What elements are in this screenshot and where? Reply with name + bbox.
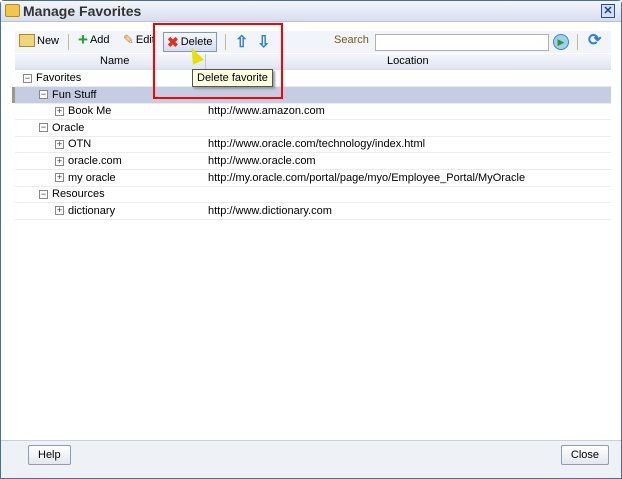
edit-button[interactable]: ✎ Edit: [123, 32, 155, 47]
tree-row[interactable]: − Resources: [15, 186, 611, 204]
tree-row[interactable]: − Fun Stuff: [15, 86, 611, 104]
add-label: Add: [89, 34, 110, 46]
expand-icon[interactable]: +: [55, 156, 64, 166]
tree-row[interactable]: + oracle.com http://www.oracle.com: [15, 153, 611, 170]
toolbar: New + Add ✎ Edit ✖ Delete ⇧ ⇩ Search ▶ ⟳: [15, 31, 611, 53]
row-name: my oracle: [68, 171, 116, 184]
close-icon[interactable]: ✕: [601, 4, 615, 18]
tree-row[interactable]: + my oracle http://my.oracle.com/portal/pa…: [15, 170, 611, 187]
search-go-icon[interactable]: ▶: [553, 34, 569, 50]
close-button[interactable]: Close: [560, 445, 609, 465]
collapse-icon[interactable]: −: [23, 73, 32, 83]
row-location: http://www.amazon.com: [208, 105, 325, 118]
row-name: Favorites: [36, 72, 82, 84]
row-name: Fun Stuff: [52, 88, 97, 101]
tooltip: Delete favorite: [192, 69, 273, 87]
row-name: Resources: [52, 188, 105, 201]
row-location: http://www.oracle.com: [208, 155, 316, 167]
new-button[interactable]: New: [19, 34, 59, 47]
add-button[interactable]: + Add: [78, 30, 110, 49]
folder-star-icon: [5, 4, 20, 17]
collapse-icon[interactable]: −: [39, 189, 48, 199]
expand-icon[interactable]: +: [55, 106, 64, 116]
column-header-location[interactable]: Location: [387, 55, 429, 67]
expand-icon[interactable]: +: [55, 173, 64, 183]
pencil-icon: ✎: [123, 32, 134, 47]
row-name: oracle.com: [68, 155, 122, 167]
collapse-icon[interactable]: −: [39, 123, 48, 133]
separator: [577, 34, 578, 50]
help-button[interactable]: Help: [28, 445, 71, 465]
separator: [68, 34, 69, 50]
row-name: Book Me: [68, 105, 112, 118]
row-name: Oracle: [52, 121, 85, 134]
column-header-name[interactable]: Name: [100, 55, 129, 67]
expand-icon[interactable]: +: [55, 206, 64, 216]
search-label: Search: [334, 34, 369, 46]
tree-row[interactable]: + Book Me http://www.amazon.com: [15, 103, 611, 121]
tree-row[interactable]: − Oracle: [15, 120, 611, 137]
highlight-box: [153, 23, 283, 99]
row-location: http://www.dictionary.com: [208, 204, 332, 217]
row-location: http://my.oracle.com/portal/page/myo/Emp…: [208, 171, 526, 184]
table-header: Name Location: [15, 54, 611, 70]
expand-icon[interactable]: +: [55, 139, 64, 149]
new-folder-icon: [19, 34, 35, 47]
tree-row[interactable]: − Favorites: [15, 70, 611, 87]
manage-favorites-dialog: Manage Favorites ✕ New + Add ✎ Edit ✖ Delet…: [0, 0, 622, 479]
dialog-footer: Help Close: [1, 440, 621, 478]
search-input[interactable]: [375, 34, 549, 51]
title-bar: Manage Favorites ✕: [1, 1, 621, 22]
tree-row[interactable]: + dictionary http://www.dictionary.com: [15, 203, 611, 220]
refresh-icon[interactable]: ⟳: [588, 33, 601, 49]
dialog-title: Manage Favorites: [23, 3, 142, 19]
plus-icon: +: [78, 30, 88, 49]
new-label: New: [37, 34, 60, 47]
row-location: http://www.oracle.com/technology/index.h…: [208, 138, 426, 151]
collapse-icon[interactable]: −: [39, 90, 48, 100]
row-name: OTN: [68, 138, 92, 151]
tree-row[interactable]: + OTN http://www.oracle.com/technology/ind…: [15, 136, 611, 154]
row-name: dictionary: [68, 204, 116, 217]
